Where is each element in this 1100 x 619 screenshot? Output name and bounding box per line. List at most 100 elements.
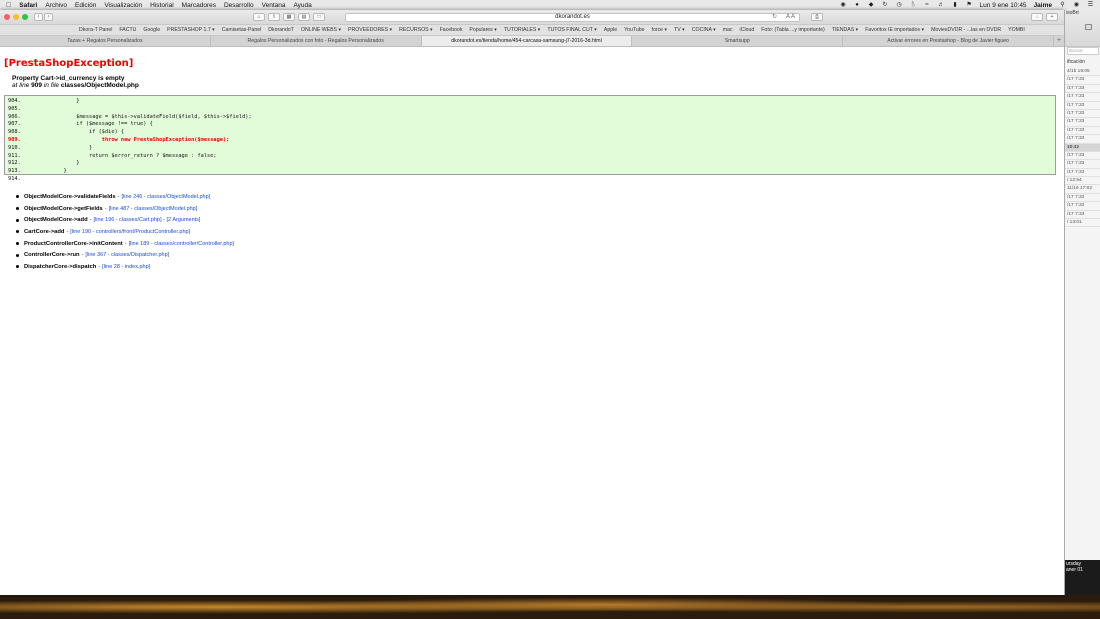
bookmark-item[interactable]: TV ▾ xyxy=(674,27,685,33)
forward-button[interactable]: › xyxy=(44,13,53,21)
bookmark-item[interactable]: PRESTASHOP 1.7 ▾ xyxy=(167,27,215,33)
dropbox-icon[interactable]: ◆ xyxy=(868,2,875,8)
background-window-row[interactable]: /17 7:33 xyxy=(1065,152,1100,161)
bookmark-item[interactable]: Foto: (Tabla ...y importante) xyxy=(761,27,824,33)
background-window-row[interactable]: /17 7:33 xyxy=(1065,169,1100,178)
bookmark-item[interactable]: COCINA ▾ xyxy=(692,27,716,33)
background-window-row[interactable]: / 12:54 xyxy=(1065,177,1100,186)
wifi-icon[interactable]: ≈ xyxy=(924,2,931,8)
reader-text-size-icon[interactable]: A A xyxy=(786,14,795,21)
trace-location-link[interactable]: [line 28 - index.php] xyxy=(102,264,150,270)
add-tab-icon[interactable]: + xyxy=(1054,36,1064,46)
background-window-row[interactable]: /17 7:33 xyxy=(1065,85,1100,94)
menubar-clock[interactable]: Lun 9 ene 10:45 xyxy=(980,2,1027,9)
browser-tab[interactable]: Smartsupp xyxy=(632,36,844,46)
browser-tab-active[interactable]: dkorandot.es/tienda/home/454-carcasa-sam… xyxy=(421,36,633,46)
volume-icon[interactable]: ♬ xyxy=(938,2,945,8)
bookmark-item[interactable]: ONLINE WEBS ▾ xyxy=(301,27,341,33)
time-machine-icon[interactable]: ◷ xyxy=(896,2,903,8)
background-window-row[interactable]: /17 7:33 xyxy=(1065,127,1100,136)
address-bar[interactable]: dkorandot.es ↻ A A xyxy=(345,13,800,22)
bookmark-item[interactable]: RECURSOS ▾ xyxy=(399,27,432,33)
downloads-button[interactable]: ↓ xyxy=(1031,13,1043,21)
menu-edicion[interactable]: Edición xyxy=(75,2,96,9)
background-window-search[interactable]: Buscar xyxy=(1067,47,1099,55)
bookmark-item[interactable]: MoviesDVDR - ...las en DVDR xyxy=(931,27,1001,33)
notification-center-icon[interactable]: ☰ xyxy=(1087,2,1094,8)
background-window-row[interactable]: /17 7:33 xyxy=(1065,211,1100,220)
status-icon-1[interactable]: ◉ xyxy=(840,2,847,8)
menu-historial[interactable]: Historial xyxy=(150,2,173,9)
menu-marcadores[interactable]: Marcadores xyxy=(182,2,216,9)
menu-visualizacion[interactable]: Visualización xyxy=(104,2,142,9)
menu-app-name[interactable]: Safari xyxy=(19,2,37,9)
menu-ventana[interactable]: Ventana xyxy=(262,2,286,9)
bookmark-item[interactable]: mac xyxy=(723,27,733,33)
reload-icon[interactable]: ↻ xyxy=(772,14,777,21)
background-window-row[interactable]: /17 7:33 xyxy=(1065,135,1100,144)
background-window-row[interactable]: /17 7:33 xyxy=(1065,118,1100,127)
browser-tab[interactable]: Activar errores en Prestashop - Blog de … xyxy=(843,36,1054,46)
trace-location-link[interactable]: [line 367 - classes/Dispatcher.php] xyxy=(85,252,169,258)
background-window-row[interactable]: /17 7:33 xyxy=(1065,110,1100,119)
bookmark-item[interactable]: YouTube xyxy=(624,27,644,33)
trace-location-link[interactable]: [line 190 - controllers/front/ProductCon… xyxy=(70,229,190,235)
bookmark-item[interactable]: TUTOS FINAL CUT ▾ xyxy=(547,27,597,33)
bookmark-item[interactable]: YOMBI xyxy=(1008,27,1025,33)
trace-location-link[interactable]: [line 246 - classes/ObjectModel.php] xyxy=(122,194,211,200)
bookmark-item[interactable]: TIENDAS ▾ xyxy=(832,27,859,33)
browser-tab[interactable]: Regalos Personalizados con foto - Regalo… xyxy=(211,36,422,46)
background-window-row[interactable]: / 13:01 xyxy=(1065,219,1100,228)
background-window-row[interactable]: /17 7:33 xyxy=(1065,93,1100,102)
bookmark-item[interactable]: Facebook xyxy=(440,27,463,33)
share-button[interactable]: ⇧ xyxy=(268,13,280,21)
browser-tab[interactable]: Tazas + Regalos Personalizados xyxy=(0,36,211,46)
close-window-button[interactable] xyxy=(4,14,10,20)
bookmark-item[interactable]: TUTORIALES ▾ xyxy=(504,27,541,33)
background-window-row[interactable]: /17 7:33 xyxy=(1065,76,1100,85)
bookmark-item[interactable]: Dkora-T Panel xyxy=(79,27,112,33)
siri-icon[interactable]: ◉ xyxy=(1073,2,1080,8)
minimize-window-button[interactable] xyxy=(13,14,19,20)
background-window-row[interactable]: /17 7:33 xyxy=(1065,102,1100,110)
sync-icon[interactable]: ↻ xyxy=(882,2,889,8)
bookmark-item[interactable]: force ▾ xyxy=(652,27,668,33)
bookmark-item[interactable]: PROVEEDORES ▾ xyxy=(348,27,392,33)
back-button[interactable]: ‹ xyxy=(34,13,43,21)
new-tab-button[interactable]: + xyxy=(1046,13,1058,21)
menu-desarrollo[interactable]: Desarrollo xyxy=(224,2,254,9)
background-window-row[interactable]: /17 7:33 xyxy=(1065,202,1100,211)
menu-ayuda[interactable]: Ayuda xyxy=(293,2,311,9)
home-button[interactable]: ⌂ xyxy=(253,13,265,21)
apple-menu-icon[interactable]:  xyxy=(6,2,11,9)
menubar-user[interactable]: Jaime xyxy=(1034,2,1052,9)
bookmark-item[interactable]: Favoritos IE importados ▾ xyxy=(865,27,924,33)
bookmark-item[interactable]: Populares ▾ xyxy=(469,27,496,33)
trace-location-link[interactable]: [line 189 - classes/controller/Controlle… xyxy=(129,241,234,247)
background-window-row[interactable]: /17 7:33 xyxy=(1065,194,1100,203)
sidebar-button[interactable]: ▤ xyxy=(298,13,310,21)
background-window-row[interactable]: /17 7:33 xyxy=(1065,160,1100,169)
bookmark-item[interactable]: Apple xyxy=(604,27,617,33)
tab-overview-button[interactable]: ▦ xyxy=(283,13,295,21)
trace-location-link[interactable]: [line 196 - classes/Cart.php] - [2 Argum… xyxy=(93,217,200,223)
battery-icon[interactable]: ▮ xyxy=(952,2,959,8)
background-window-row[interactable]: 11/16 17:02 xyxy=(1065,185,1100,194)
status-icon-2[interactable]: ● xyxy=(854,2,861,8)
print-button[interactable]: ⎙ xyxy=(811,13,823,21)
bookmark-item[interactable]: Google xyxy=(143,27,160,33)
bookmark-item[interactable]: Camisetas-Panel xyxy=(222,27,262,33)
fullscreen-window-button[interactable] xyxy=(22,14,28,20)
background-window-row[interactable]: 4/15 19:05 xyxy=(1065,68,1100,77)
bluetooth-icon[interactable]: ᚢ xyxy=(910,2,917,8)
extension-button[interactable]: □ xyxy=(313,13,325,21)
bookmark-item[interactable]: iCloud xyxy=(740,27,755,33)
menu-archivo[interactable]: Archivo xyxy=(45,2,67,9)
spotlight-search-icon[interactable]: ⚲ xyxy=(1059,2,1066,8)
trace-location-link[interactable]: [line 487 - classes/ObjectModel.php] xyxy=(109,206,198,212)
flag-icon[interactable]: ⚑ xyxy=(966,2,973,8)
bookmark-item[interactable]: FACTU xyxy=(119,27,136,33)
background-window-row[interactable]: 10:42 xyxy=(1065,143,1100,152)
bookmark-item[interactable]: DkorandoT xyxy=(268,27,294,33)
lock-icon[interactable] xyxy=(1085,24,1092,30)
